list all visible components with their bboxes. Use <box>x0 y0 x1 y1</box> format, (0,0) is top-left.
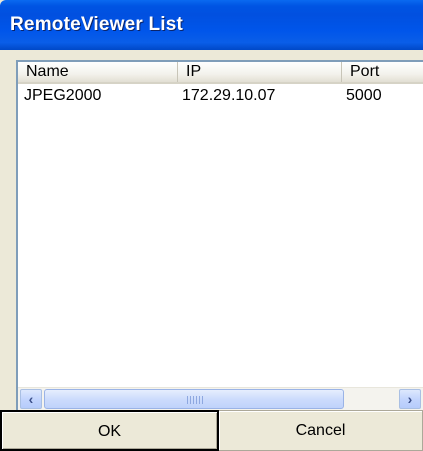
cell-port: 5000 <box>346 87 382 104</box>
scroll-left-button[interactable]: ‹ <box>20 389 42 409</box>
cell-ip: 172.29.10.07 <box>182 87 276 104</box>
column-header-port[interactable]: Port <box>342 62 423 82</box>
cancel-button[interactable]: Cancel <box>219 410 423 451</box>
ok-button[interactable]: OK <box>0 410 219 451</box>
list-item[interactable]: JPEG2000 172.29.10.07 5000 <box>18 86 423 106</box>
list-header: Name IP Port <box>18 62 423 84</box>
title-bar[interactable]: RemoteViewer List <box>0 0 423 50</box>
scroll-right-button[interactable]: › <box>399 389 421 409</box>
cell-name: JPEG2000 <box>24 87 102 104</box>
remoteviewer-list-dialog: RemoteViewer List Name IP Port JPEG2000 … <box>0 0 423 451</box>
scroll-thumb[interactable] <box>44 389 344 409</box>
column-header-ip[interactable]: IP <box>178 62 342 82</box>
window-title: RemoteViewer List <box>10 14 184 35</box>
chevron-left-icon: ‹ <box>28 391 34 407</box>
remoteviewer-listview[interactable]: Name IP Port JPEG2000 172.29.10.07 5000 … <box>16 60 423 410</box>
grip-icon <box>187 396 203 404</box>
horizontal-scrollbar[interactable]: ‹ › <box>18 387 423 410</box>
column-header-name[interactable]: Name <box>18 62 178 82</box>
chevron-right-icon: › <box>407 391 413 407</box>
